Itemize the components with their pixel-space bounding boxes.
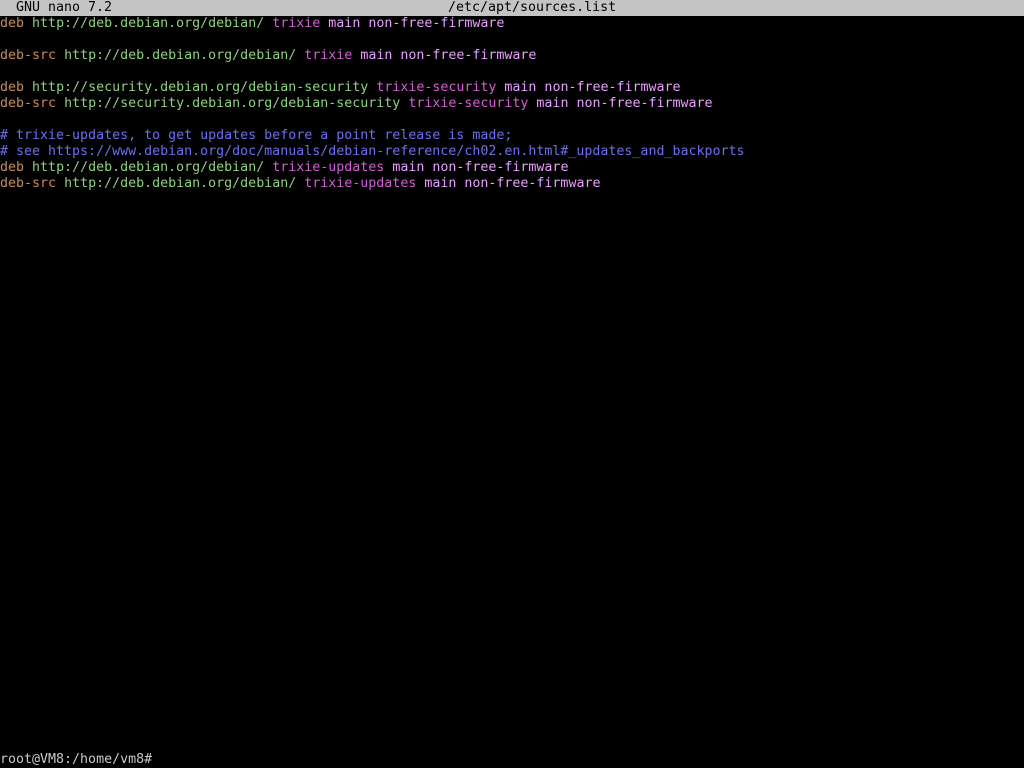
components: main non-free-firmware	[360, 48, 537, 63]
shell-prompt[interactable]: root@VM8:/home/vm8#	[0, 752, 152, 768]
repository-url: http://deb.debian.org/debian/	[32, 16, 265, 31]
source-line: deb http://deb.debian.org/debian/ trixie…	[0, 160, 1024, 176]
source-type: deb	[0, 160, 25, 175]
suite-name: trixie	[272, 16, 321, 31]
editor-text-area[interactable]: deb http://deb.debian.org/debian/ trixie…	[0, 16, 1024, 752]
components: main non-free-firmware	[424, 176, 601, 191]
source-type: deb-src	[0, 48, 57, 63]
comment-text: # trixie-updates, to get updates before …	[0, 128, 513, 143]
open-file-path: /etc/apt/sources.list	[448, 0, 617, 15]
components: main non-free-firmware	[328, 16, 505, 31]
suite-name: trixie-updates	[304, 176, 417, 191]
repository-url: http://deb.debian.org/debian/	[64, 48, 297, 63]
editor-app-name: GNU nano 7.2	[16, 0, 113, 15]
repository-url: http://deb.debian.org/debian/	[32, 160, 265, 175]
repository-url: http://security.debian.org/debian-securi…	[32, 80, 369, 95]
comment-text: # see https://www.debian.org/doc/manuals…	[0, 144, 745, 159]
components: main non-free-firmware	[536, 96, 713, 111]
suite-name: trixie-security	[408, 96, 529, 111]
suite-name: trixie-security	[376, 80, 497, 95]
suite-name: trixie	[304, 48, 353, 63]
repository-url: http://deb.debian.org/debian/	[64, 176, 297, 191]
source-type: deb-src	[0, 96, 57, 111]
source-line: deb-src http://security.debian.org/debia…	[0, 96, 1024, 112]
source-type: deb	[0, 80, 25, 95]
comment-line: # trixie-updates, to get updates before …	[0, 128, 1024, 144]
source-line: deb http://security.debian.org/debian-se…	[0, 80, 1024, 96]
comment-line: # see https://www.debian.org/doc/manuals…	[0, 144, 1024, 160]
nano-title-bar: GNU nano 7.2 /etc/apt/sources.list	[0, 0, 1024, 16]
suite-name: trixie-updates	[272, 160, 385, 175]
repository-url: http://security.debian.org/debian-securi…	[64, 96, 401, 111]
source-line: deb-src http://deb.debian.org/debian/ tr…	[0, 48, 1024, 64]
source-type: deb	[0, 16, 25, 31]
source-line: deb http://deb.debian.org/debian/ trixie…	[0, 16, 1024, 32]
source-type: deb-src	[0, 176, 57, 191]
components: main non-free-firmware	[504, 80, 681, 95]
source-line: deb-src http://deb.debian.org/debian/ tr…	[0, 176, 1024, 192]
components: main non-free-firmware	[392, 160, 569, 175]
